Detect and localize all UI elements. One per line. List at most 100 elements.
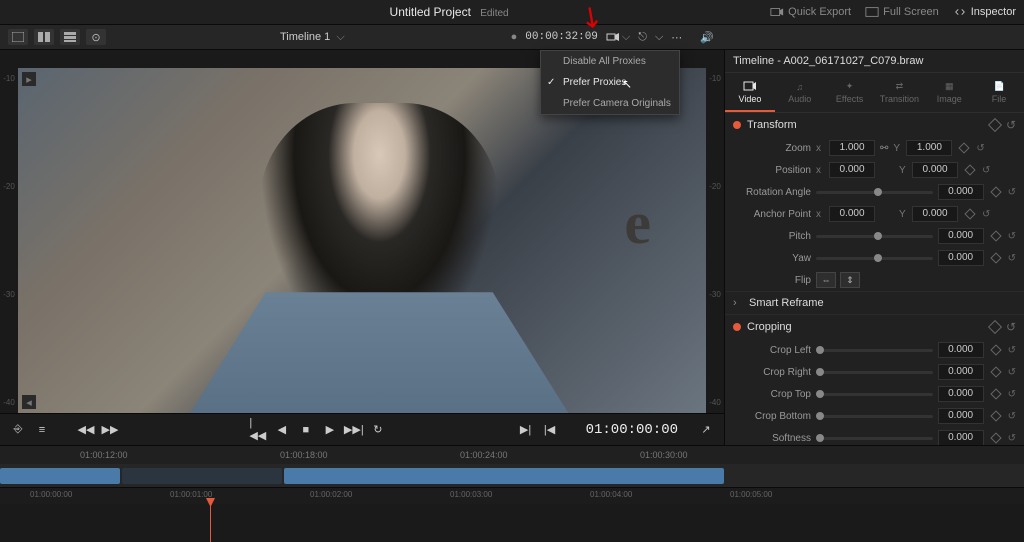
record-icon[interactable]: ● xyxy=(511,31,518,43)
transport-timecode[interactable]: 01:00:00:00 xyxy=(586,422,678,438)
rst[interactable]: ↺ xyxy=(982,165,990,176)
kf[interactable] xyxy=(990,432,1001,443)
timecode-display[interactable]: 00:00:32:09 xyxy=(525,31,598,43)
rst[interactable]: ↺ xyxy=(1008,345,1016,356)
tool-btn-2[interactable] xyxy=(34,29,54,45)
cs-input[interactable]: 0.000 xyxy=(938,430,984,445)
cl-slider[interactable] xyxy=(816,349,933,352)
tab-audio[interactable]: ♫Audio xyxy=(775,73,825,112)
tool-btn-3[interactable] xyxy=(60,29,80,45)
flip-h[interactable]: ⇔ xyxy=(816,272,836,288)
enable-dot[interactable] xyxy=(733,121,741,129)
pos-y-input[interactable]: 0.000 xyxy=(912,162,958,178)
section-title[interactable]: Cropping xyxy=(747,321,984,333)
yaw-input[interactable]: 0.000 xyxy=(938,250,984,266)
dd-prefer-originals[interactable]: Prefer Camera Originals xyxy=(541,93,679,114)
chevron-down-icon[interactable]: ⌵ xyxy=(336,31,344,44)
enable-dot[interactable] xyxy=(733,323,741,331)
pitch-input[interactable]: 0.000 xyxy=(938,228,984,244)
mark-in[interactable]: ▶| xyxy=(518,422,534,438)
section-title[interactable]: Transform xyxy=(747,119,984,131)
kf[interactable] xyxy=(990,186,1001,197)
rst[interactable]: ↺ xyxy=(1008,231,1016,242)
tab-image[interactable]: ▦Image xyxy=(924,73,974,112)
clip[interactable] xyxy=(0,468,120,484)
speaker-icon[interactable]: 🔊 xyxy=(700,31,714,44)
out-handle[interactable]: ◂ xyxy=(22,395,36,409)
cb-input[interactable]: 0.000 xyxy=(938,408,984,424)
anchor-x-input[interactable]: 0.000 xyxy=(829,206,875,222)
tab-transition[interactable]: ⇄Transition xyxy=(874,73,924,112)
anchor-y-input[interactable]: 0.000 xyxy=(912,206,958,222)
zoom-y-input[interactable]: 1.000 xyxy=(906,140,952,156)
rst[interactable]: ↺ xyxy=(1008,367,1016,378)
kf[interactable] xyxy=(988,320,1002,334)
rst[interactable]: ↺ xyxy=(1008,389,1016,400)
next-edit[interactable]: ▶▶ xyxy=(102,422,118,438)
reset-icon[interactable]: ↺ xyxy=(1006,118,1016,132)
playhead[interactable] xyxy=(210,504,211,542)
tab-effects[interactable]: ✦Effects xyxy=(825,73,875,112)
in-handle[interactable]: ▸ xyxy=(22,72,36,86)
kf[interactable] xyxy=(959,142,970,153)
link-icon[interactable]: ⚯ xyxy=(880,143,888,154)
tab-file[interactable]: 📄File xyxy=(974,73,1024,112)
tool-btn-1[interactable] xyxy=(8,29,28,45)
tab-video[interactable]: Video xyxy=(725,73,775,112)
loop-button[interactable]: ↻ xyxy=(370,422,386,438)
first-frame[interactable]: |◀◀ xyxy=(250,422,266,438)
options-icon[interactable]: ⋯ xyxy=(671,31,682,44)
tool-btn-4[interactable]: ⊙ xyxy=(86,29,106,45)
kf[interactable] xyxy=(990,366,1001,377)
tool-icon-b[interactable]: ⌵ xyxy=(655,31,663,44)
mini-track[interactable] xyxy=(0,464,1024,488)
dd-disable-proxies[interactable]: Disable All Proxies xyxy=(541,51,679,72)
rst[interactable]: ↺ xyxy=(982,209,990,220)
clip[interactable] xyxy=(122,468,282,484)
kf[interactable] xyxy=(964,208,975,219)
cb-slider[interactable] xyxy=(816,415,933,418)
zoom-x-input[interactable]: 1.000 xyxy=(829,140,875,156)
step-fwd[interactable]: ▶▶| xyxy=(346,422,362,438)
ct-input[interactable]: 0.000 xyxy=(938,386,984,402)
rot-input[interactable]: 0.000 xyxy=(938,184,984,200)
kf[interactable] xyxy=(990,388,1001,399)
mini-ruler[interactable]: 01:00:12:00 01:00:18:00 01:00:24:00 01:0… xyxy=(0,446,1024,464)
full-screen-button[interactable]: Full Screen xyxy=(865,6,939,18)
ct-slider[interactable] xyxy=(816,393,933,396)
flip-v[interactable]: ⇕ xyxy=(840,272,860,288)
rot-slider[interactable] xyxy=(816,191,933,194)
kf[interactable] xyxy=(990,252,1001,263)
rst[interactable]: ↺ xyxy=(976,143,984,154)
tool-icon-a[interactable]: ⎋ xyxy=(638,31,647,44)
rst[interactable]: ↺ xyxy=(1008,253,1016,264)
kf[interactable] xyxy=(990,410,1001,421)
quick-export-button[interactable]: Quick Export xyxy=(770,6,851,18)
video-preview[interactable]: e ▸ ◂ xyxy=(18,68,706,413)
kf[interactable] xyxy=(964,164,975,175)
main-ruler[interactable]: 01:00:00:00 01:00:01:00 01:00:02:00 01:0… xyxy=(0,488,1024,504)
inspector-button[interactable]: Inspector xyxy=(953,6,1016,18)
rst[interactable]: ↺ xyxy=(1008,411,1016,422)
keyframe-icon[interactable] xyxy=(988,118,1002,132)
cr-input[interactable]: 0.000 xyxy=(938,364,984,380)
proxy-menu-button[interactable]: ⌵ xyxy=(606,31,630,44)
chevron-right-icon[interactable]: › xyxy=(733,297,743,309)
dd-prefer-proxies[interactable]: Prefer Proxies xyxy=(541,72,679,93)
rst[interactable]: ↺ xyxy=(1006,320,1016,334)
cs-slider[interactable] xyxy=(816,437,933,440)
rst[interactable]: ↺ xyxy=(1008,433,1016,444)
insert-icon[interactable]: ⎆ xyxy=(10,422,26,438)
pitch-slider[interactable] xyxy=(816,235,933,238)
step-back[interactable]: ◀ xyxy=(274,422,290,438)
smart-reframe-title[interactable]: Smart Reframe xyxy=(749,297,1016,309)
match-frame[interactable]: ↗ xyxy=(698,422,714,438)
kf[interactable] xyxy=(990,344,1001,355)
cr-slider[interactable] xyxy=(816,371,933,374)
rst[interactable]: ↺ xyxy=(1008,187,1016,198)
pos-x-input[interactable]: 0.000 xyxy=(829,162,875,178)
overwrite-icon[interactable]: ≡ xyxy=(34,422,50,438)
main-tracks[interactable] xyxy=(0,504,1024,542)
mark-out[interactable]: |◀ xyxy=(542,422,558,438)
cl-input[interactable]: 0.000 xyxy=(938,342,984,358)
